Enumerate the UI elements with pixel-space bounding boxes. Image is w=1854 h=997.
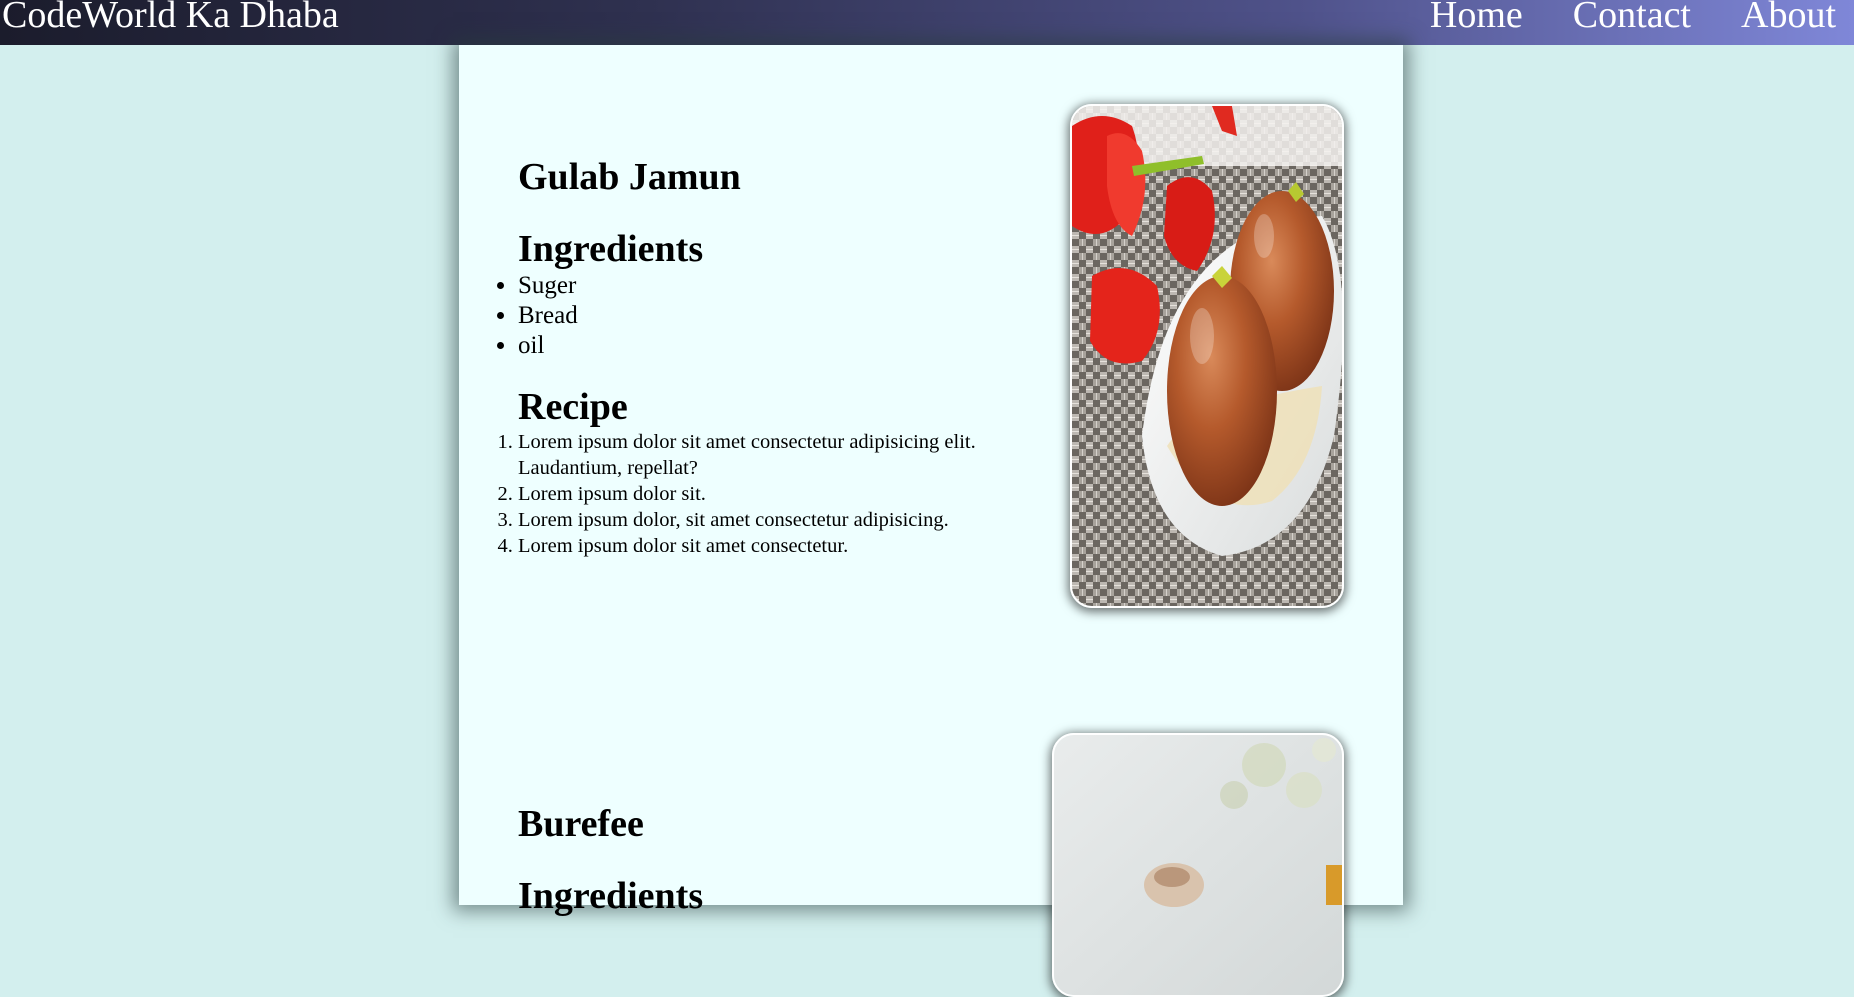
list-item: Lorem ipsum dolor, sit amet consectetur … — [518, 507, 1019, 533]
list-item: Suger — [518, 271, 1019, 301]
nav-link-contact[interactable]: Contact — [1573, 0, 1691, 38]
ingredients-list: Suger Bread oil — [459, 271, 1019, 361]
gulab-jamun-image — [1070, 104, 1344, 608]
recipe-title: Burefee — [518, 803, 644, 845]
list-item: Lorem ipsum dolor sit amet consectetur a… — [518, 429, 1019, 481]
nav-link-home[interactable]: Home — [1430, 0, 1523, 38]
recipe-title: Gulab Jamun — [518, 156, 741, 198]
list-item: Lorem ipsum dolor sit. — [518, 481, 1019, 507]
nav-links: Home Contact About — [1430, 0, 1836, 38]
list-item: Lorem ipsum dolor sit amet consectetur. — [518, 533, 1019, 559]
site-title[interactable]: CodeWorld Ka Dhaba — [2, 0, 339, 38]
recipe-card-gulab-jamun: Gulab Jamun Ingredients Suger Bread oil … — [459, 155, 1019, 559]
list-item: oil — [518, 331, 1019, 361]
ingredients-heading: Ingredients — [518, 875, 704, 917]
recipe-card-burefee: Burefee Ingredients — [459, 802, 1019, 918]
recipes-container: Gulab Jamun Ingredients Suger Bread oil … — [459, 45, 1403, 997]
ingredients-heading: Ingredients — [518, 228, 704, 270]
recipe-heading: Recipe — [518, 386, 628, 428]
top-navbar: CodeWorld Ka Dhaba Home Contact About — [0, 0, 1854, 45]
burefee-image — [1052, 733, 1344, 997]
nav-link-about[interactable]: About — [1741, 0, 1836, 38]
recipe-steps-list: Lorem ipsum dolor sit amet consectetur a… — [459, 429, 1019, 559]
list-item: Bread — [518, 301, 1019, 331]
